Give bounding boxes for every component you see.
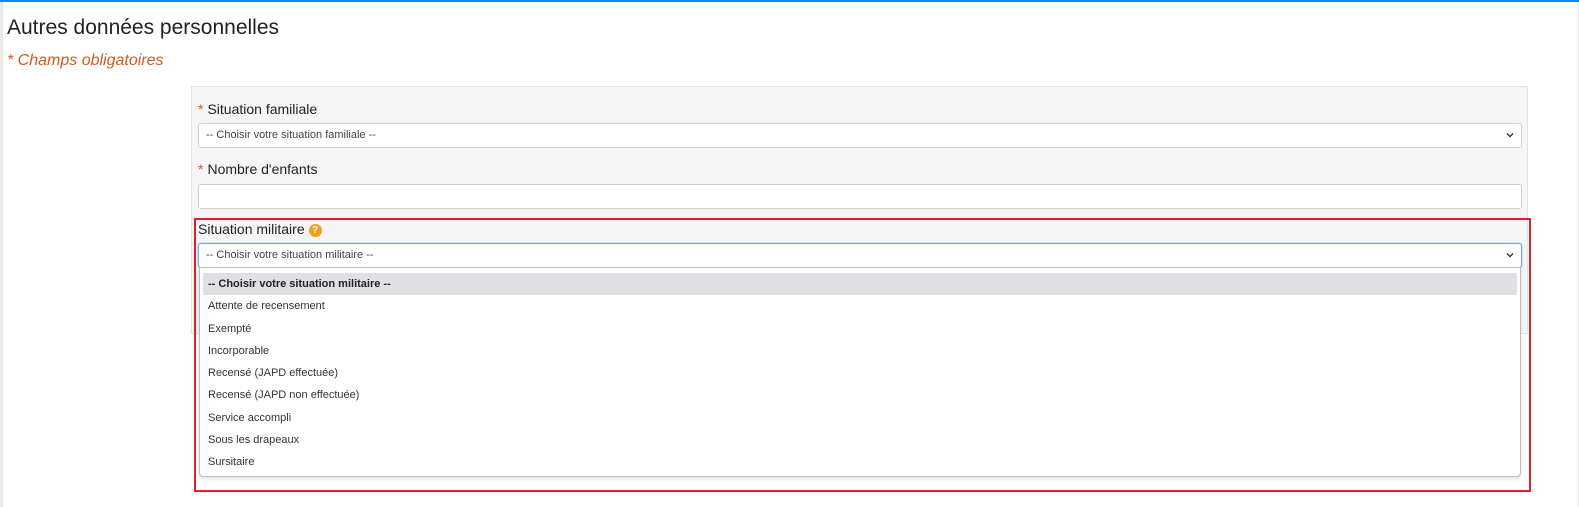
military-status-label: Situation militaire?	[198, 221, 322, 237]
question-circle-icon[interactable]: ?	[308, 224, 322, 237]
military-status-dropdown-list: -- Choisir votre situation militaire -- …	[199, 267, 1521, 477]
chevron-down-icon	[1506, 253, 1514, 258]
dropdown-option[interactable]: -- Choisir votre situation militaire --	[203, 273, 1517, 295]
military-status-select[interactable]: -- Choisir votre situation militaire --	[198, 243, 1522, 268]
required-star: *	[198, 101, 204, 117]
family-status-selected-value: -- Choisir votre situation familiale --	[206, 129, 376, 141]
children-count-label: * Nombre d'enfants	[198, 161, 318, 177]
left-border	[0, 2, 3, 507]
dropdown-option[interactable]: Exempté	[203, 318, 1517, 340]
dropdown-option[interactable]: Sous les drapeaux	[203, 429, 1517, 451]
required-star: *	[198, 161, 204, 177]
dropdown-option[interactable]: Attente de recensement	[203, 295, 1517, 317]
family-status-select[interactable]: -- Choisir votre situation familiale --	[198, 123, 1522, 148]
family-status-label-text: Situation familiale	[207, 101, 318, 117]
dropdown-option[interactable]: Recensé (JAPD effectuée)	[203, 362, 1517, 384]
top-accent-bar	[0, 0, 1579, 2]
military-status-label-text: Situation militaire	[198, 221, 305, 237]
required-fields-note: * Champs obligatoires	[7, 52, 164, 69]
military-status-selected-value: -- Choisir votre situation militaire --	[206, 249, 374, 261]
page-title: Autres données personnelles	[7, 16, 280, 39]
dropdown-option[interactable]: Sursitaire	[203, 451, 1517, 473]
dropdown-option[interactable]: Recensé (JAPD non effectuée)	[203, 384, 1517, 406]
family-status-label: * Situation familiale	[198, 101, 317, 117]
dropdown-option[interactable]: Service accompli	[203, 407, 1517, 429]
children-count-input[interactable]	[198, 184, 1522, 209]
children-count-label-text: Nombre d'enfants	[207, 161, 318, 177]
dropdown-option[interactable]: Incorporable	[203, 340, 1517, 362]
chevron-down-icon	[1506, 133, 1514, 138]
